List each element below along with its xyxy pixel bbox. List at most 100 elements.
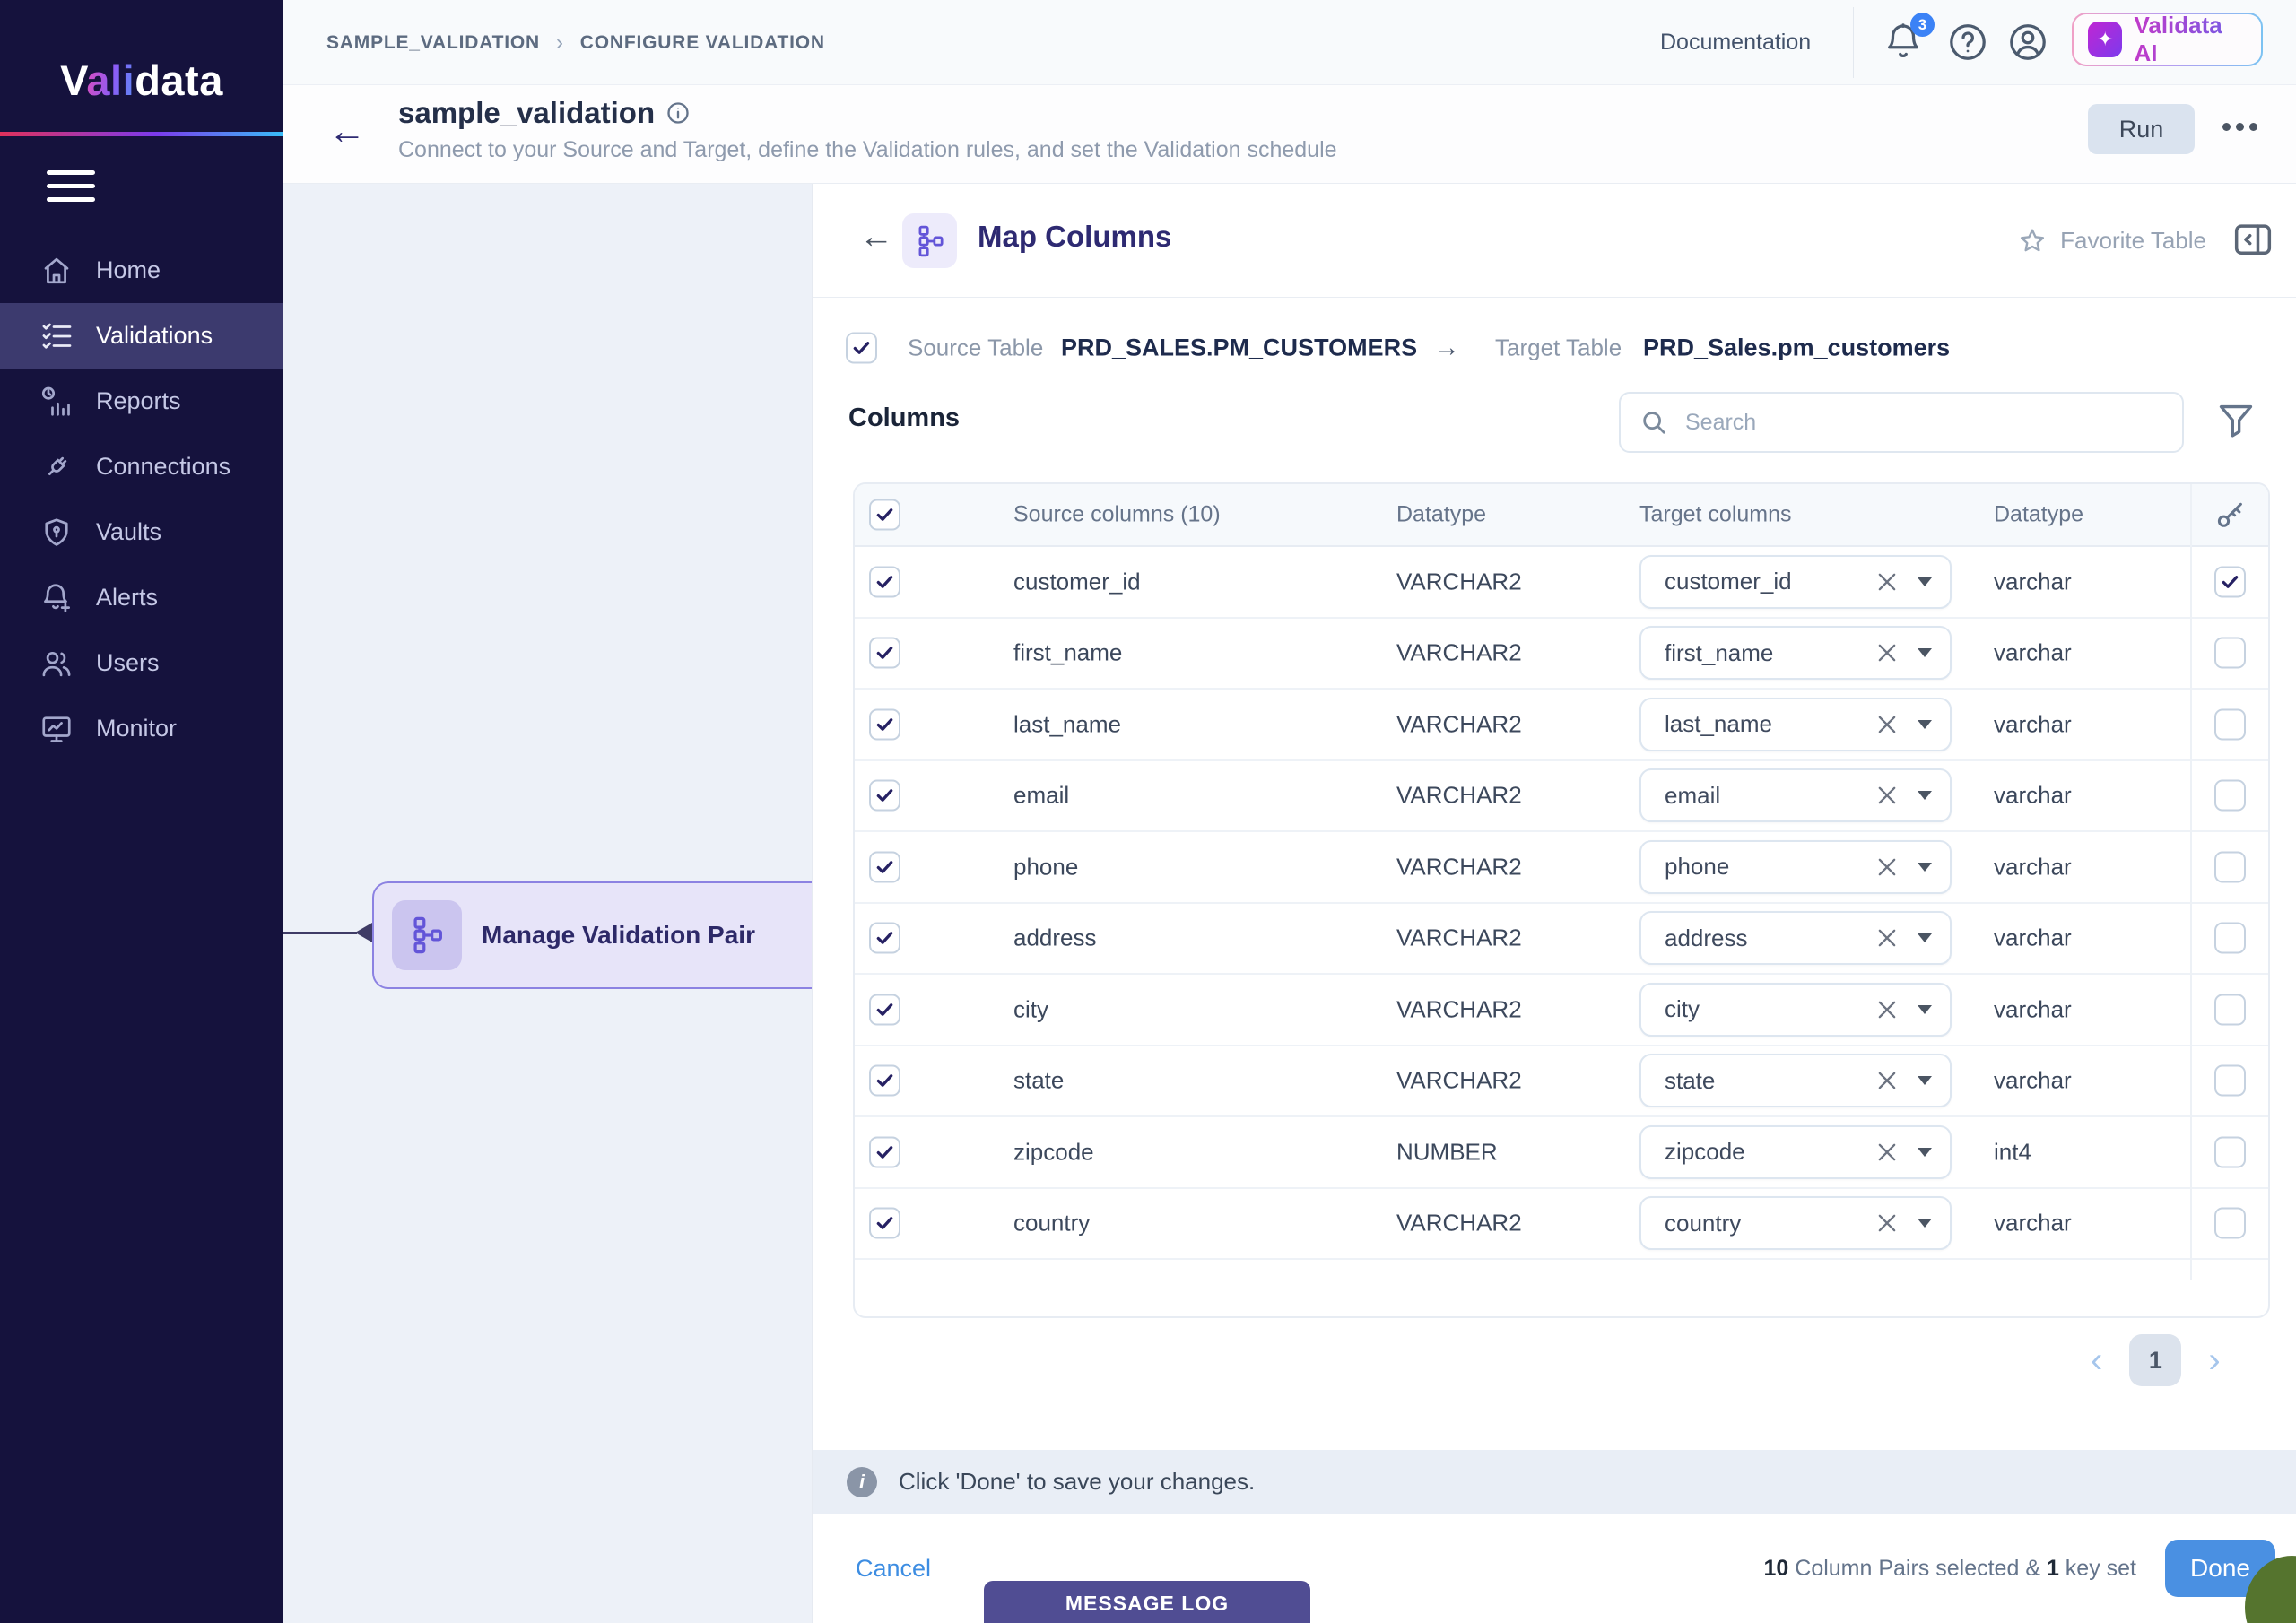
cancel-button[interactable]: Cancel: [856, 1555, 931, 1583]
chevron-down-icon[interactable]: [1918, 1148, 1932, 1157]
target-column-select[interactable]: address: [1639, 911, 1952, 965]
menu-toggle-icon[interactable]: [47, 170, 95, 211]
sidebar-item-home[interactable]: Home: [0, 238, 283, 303]
key-checkbox[interactable]: [2214, 851, 2246, 882]
source-datatype: VARCHAR2: [1396, 924, 1522, 952]
row-checkbox[interactable]: [869, 708, 900, 740]
row-checkbox[interactable]: [869, 851, 900, 882]
target-column-select[interactable]: customer_id: [1639, 555, 1952, 609]
row-checkbox[interactable]: [869, 638, 900, 669]
ai-button-label: Validata AI: [2134, 12, 2247, 67]
manage-validation-pair-node[interactable]: Manage Validation Pair: [372, 881, 812, 989]
more-options-icon[interactable]: [2222, 123, 2257, 131]
sidebar-item-vaults[interactable]: Vaults: [0, 499, 283, 565]
key-checkbox[interactable]: [2214, 923, 2246, 954]
next-page-icon[interactable]: ›: [2208, 1342, 2220, 1378]
info-icon[interactable]: [665, 100, 691, 126]
breadcrumb: SAMPLE_VALIDATION › CONFIGURE VALIDATION: [326, 0, 825, 85]
target-column-value: zipcode: [1665, 1138, 1874, 1166]
clear-icon[interactable]: [1874, 997, 1900, 1022]
clear-icon[interactable]: [1874, 1068, 1900, 1093]
message-log-tab[interactable]: MESSAGE LOG: [984, 1581, 1310, 1623]
page-number[interactable]: 1: [2129, 1334, 2181, 1386]
account-button[interactable]: [2007, 22, 2048, 63]
validata-ai-button[interactable]: ✦ Validata AI: [2072, 13, 2263, 66]
key-checkbox[interactable]: [2214, 1065, 2246, 1097]
row-checkbox[interactable]: [869, 1208, 900, 1239]
panel-title-icon: [902, 213, 957, 268]
target-column-select[interactable]: email: [1639, 768, 1952, 822]
sidebar-item-validations[interactable]: Validations: [0, 303, 283, 369]
topbar: SAMPLE_VALIDATION › CONFIGURE VALIDATION…: [283, 0, 2296, 85]
sidebar-item-alerts[interactable]: Alerts: [0, 565, 283, 630]
clear-icon[interactable]: [1874, 1211, 1900, 1236]
row-checkbox[interactable]: [869, 994, 900, 1025]
prev-page-icon[interactable]: ‹: [2091, 1342, 2102, 1378]
key-checkbox[interactable]: [2214, 1208, 2246, 1239]
sidebar-item-label: Monitor: [96, 715, 177, 742]
row-checkbox[interactable]: [869, 1065, 900, 1097]
clear-icon[interactable]: [1874, 1140, 1900, 1165]
chevron-down-icon[interactable]: [1918, 648, 1932, 657]
star-icon[interactable]: [2018, 227, 2047, 256]
target-column-select[interactable]: state: [1639, 1054, 1952, 1107]
run-button[interactable]: Run: [2088, 104, 2195, 154]
chevron-down-icon[interactable]: [1918, 720, 1932, 729]
back-arrow-icon[interactable]: ←: [328, 112, 366, 150]
page-subtitle: Connect to your Source and Target, defin…: [398, 137, 1337, 163]
row-checkbox[interactable]: [869, 780, 900, 812]
search-box: [1619, 392, 2184, 453]
breadcrumb-item[interactable]: SAMPLE_VALIDATION: [326, 32, 540, 54]
target-column-select[interactable]: phone: [1639, 840, 1952, 894]
row-checkbox[interactable]: [869, 566, 900, 597]
sidebar-item-label: Validations: [96, 322, 213, 350]
clear-icon[interactable]: [1874, 640, 1900, 665]
clear-icon[interactable]: [1874, 783, 1900, 808]
key-checkbox[interactable]: [2214, 638, 2246, 669]
target-column-select[interactable]: first_name: [1639, 626, 1952, 680]
header-target-datatype: Datatype: [1994, 502, 2083, 528]
row-checkbox[interactable]: [869, 923, 900, 954]
target-column-select[interactable]: country: [1639, 1196, 1952, 1250]
sidebar-item-monitor[interactable]: Monitor: [0, 696, 283, 761]
key-checkbox[interactable]: [2214, 1136, 2246, 1167]
key-checkbox[interactable]: [2214, 708, 2246, 740]
clear-icon[interactable]: [1874, 569, 1900, 595]
filter-button[interactable]: [2216, 401, 2256, 444]
chevron-down-icon[interactable]: [1918, 863, 1932, 872]
source-datatype: VARCHAR2: [1396, 1210, 1522, 1237]
search-input[interactable]: [1685, 410, 2162, 436]
target-column-select[interactable]: zipcode: [1639, 1125, 1952, 1179]
collapse-panel-icon[interactable]: [2233, 221, 2273, 261]
map-columns-glyph-icon: [914, 225, 946, 257]
chevron-down-icon[interactable]: [1918, 1076, 1932, 1085]
chevron-down-icon[interactable]: [1918, 1005, 1932, 1014]
clear-icon[interactable]: [1874, 855, 1900, 880]
pagination: ‹ 1 ›: [2091, 1334, 2221, 1386]
target-column-select[interactable]: last_name: [1639, 698, 1952, 751]
key-checkbox[interactable]: [2214, 566, 2246, 597]
target-column-select[interactable]: city: [1639, 983, 1952, 1037]
key-checkbox[interactable]: [2214, 780, 2246, 812]
chevron-down-icon[interactable]: [1918, 933, 1932, 942]
plug-icon: [40, 451, 73, 483]
chevron-down-icon[interactable]: [1918, 791, 1932, 800]
pair-checkbox[interactable]: [846, 333, 877, 364]
sidebar-item-reports[interactable]: Reports: [0, 369, 283, 434]
select-all-checkbox[interactable]: [869, 499, 900, 531]
columns-table-body: customer_id VARCHAR2 customer_id varchar…: [855, 547, 2268, 1260]
row-checkbox[interactable]: [869, 1136, 900, 1167]
source-datatype: VARCHAR2: [1396, 710, 1522, 738]
help-button[interactable]: [1947, 22, 1988, 63]
clear-icon[interactable]: [1874, 712, 1900, 737]
chevron-down-icon[interactable]: [1918, 577, 1932, 586]
favorite-table-label[interactable]: Favorite Table: [2060, 227, 2206, 255]
sidebar-item-users[interactable]: Users: [0, 630, 283, 696]
notifications-button[interactable]: 3: [1883, 22, 1924, 63]
sidebar-item-connections[interactable]: Connections: [0, 434, 283, 499]
clear-icon[interactable]: [1874, 925, 1900, 950]
panel-back-arrow-icon[interactable]: ←: [859, 220, 893, 254]
chevron-down-icon[interactable]: [1918, 1219, 1932, 1228]
documentation-link[interactable]: Documentation: [1660, 0, 1811, 85]
key-checkbox[interactable]: [2214, 994, 2246, 1025]
